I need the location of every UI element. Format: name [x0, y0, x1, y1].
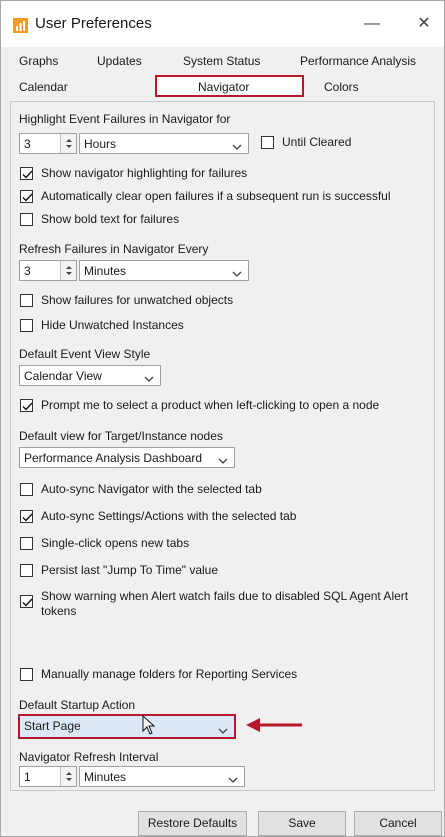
title-bar: User Preferences — ✕: [1, 1, 444, 47]
single-click-tabs-checkbox[interactable]: [20, 537, 33, 550]
alert-warning-checkbox[interactable]: [20, 595, 33, 608]
chevron-down-icon: [218, 724, 228, 738]
target-view-select[interactable]: Performance Analysis Dashboard: [19, 447, 235, 468]
event-view-select[interactable]: Calendar View: [19, 365, 161, 386]
tab-system-status[interactable]: System Status: [183, 54, 260, 68]
unwatched-failures-checkbox[interactable]: [20, 294, 33, 307]
restore-defaults-button[interactable]: Restore Defaults: [138, 811, 247, 836]
tab-strip: Graphs Updates System Status Performance…: [1, 47, 444, 101]
chevron-down-icon: [232, 140, 242, 154]
refresh-unit-value: Minutes: [84, 264, 127, 278]
persist-jump-label: Persist last "Jump To Time" value: [41, 563, 219, 577]
event-view-label: Default Event View Style: [19, 347, 151, 361]
tab-graphs[interactable]: Graphs: [19, 54, 58, 68]
tab-calendar[interactable]: Calendar: [19, 80, 68, 94]
chevron-down-icon: [144, 372, 154, 386]
hide-unwatched-label: Hide Unwatched Instances: [41, 318, 184, 332]
nav-refresh-stepper[interactable]: 1: [19, 766, 77, 787]
target-view-value: Performance Analysis Dashboard: [24, 451, 203, 465]
auto-clear-failures-label: Automatically clear open failures if a s…: [41, 189, 391, 203]
startup-action-select[interactable]: Start Page: [18, 714, 236, 739]
window-title: User Preferences: [35, 15, 152, 32]
nav-refresh-value: 1: [24, 770, 31, 784]
event-view-value: Calendar View: [24, 369, 102, 383]
spinner-arrows-icon[interactable]: [60, 767, 76, 786]
prompt-select-checkbox[interactable]: [20, 399, 33, 412]
manual-folders-checkbox[interactable]: [20, 668, 33, 681]
alert-warning-label-line2: tokens: [41, 604, 77, 618]
alert-warning-label-line1: Show warning when Alert watch fails due …: [41, 589, 409, 603]
chevron-down-icon: [218, 454, 228, 468]
tab-colors[interactable]: Colors: [324, 80, 359, 94]
until-cleared-checkbox[interactable]: [261, 136, 274, 149]
spinner-arrows-icon[interactable]: [60, 134, 76, 153]
close-icon[interactable]: ✕: [413, 13, 435, 35]
highlight-value: 3: [24, 137, 31, 151]
navigator-settings-panel: [10, 101, 435, 791]
nav-refresh-unit-value: Minutes: [84, 770, 127, 784]
tab-navigator[interactable]: Navigator: [198, 80, 249, 94]
until-cleared-label: Until Cleared: [282, 135, 352, 149]
refresh-value-stepper[interactable]: 3: [19, 260, 77, 281]
auto-clear-failures-checkbox[interactable]: [20, 190, 33, 203]
startup-action-value: Start Page: [24, 719, 81, 733]
auto-sync-navigator-label: Auto-sync Navigator with the selected ta…: [41, 482, 262, 496]
auto-sync-navigator-checkbox[interactable]: [20, 483, 33, 496]
bold-text-label: Show bold text for failures: [41, 212, 180, 226]
auto-sync-settings-checkbox[interactable]: [20, 510, 33, 523]
annotation-arrow-icon: [244, 717, 304, 736]
chevron-down-icon: [232, 267, 242, 281]
spinner-arrows-icon[interactable]: [60, 261, 76, 280]
mouse-cursor-icon: [142, 714, 156, 738]
chevron-down-icon: [228, 773, 238, 787]
nav-refresh-unit-select[interactable]: Minutes: [79, 766, 245, 787]
refresh-unit-select[interactable]: Minutes: [79, 260, 249, 281]
show-highlighting-label: Show navigator highlighting for failures: [41, 166, 248, 180]
auto-sync-settings-label: Auto-sync Settings/Actions with the sele…: [41, 509, 297, 523]
refresh-value: 3: [24, 264, 31, 278]
persist-jump-checkbox[interactable]: [20, 564, 33, 577]
prompt-select-label: Prompt me to select a product when left-…: [41, 398, 380, 412]
manual-folders-label: Manually manage folders for Reporting Se…: [41, 667, 298, 681]
hide-unwatched-checkbox[interactable]: [20, 319, 33, 332]
app-icon: [13, 18, 28, 33]
highlight-value-stepper[interactable]: 3: [19, 133, 77, 154]
single-click-tabs-label: Single-click opens new tabs: [41, 536, 190, 550]
highlight-unit-select[interactable]: Hours: [79, 133, 249, 154]
target-view-label: Default view for Target/Instance nodes: [19, 429, 223, 443]
minimize-icon[interactable]: —: [361, 13, 383, 35]
cancel-button[interactable]: Cancel: [354, 811, 442, 836]
startup-action-label: Default Startup Action: [19, 698, 136, 712]
bold-text-checkbox[interactable]: [20, 213, 33, 226]
user-preferences-window: User Preferences — ✕ Graphs Updates Syst…: [0, 0, 445, 837]
tab-performance-analysis[interactable]: Performance Analysis: [300, 54, 416, 68]
save-button[interactable]: Save: [258, 811, 346, 836]
tab-updates[interactable]: Updates: [97, 54, 142, 68]
refresh-failures-label: Refresh Failures in Navigator Every: [19, 242, 209, 256]
show-highlighting-checkbox[interactable]: [20, 167, 33, 180]
highlight-failures-label: Highlight Event Failures in Navigator fo…: [19, 112, 231, 126]
unwatched-failures-label: Show failures for unwatched objects: [41, 293, 234, 307]
highlight-unit-value: Hours: [84, 137, 117, 151]
nav-refresh-label: Navigator Refresh Interval: [19, 750, 159, 764]
